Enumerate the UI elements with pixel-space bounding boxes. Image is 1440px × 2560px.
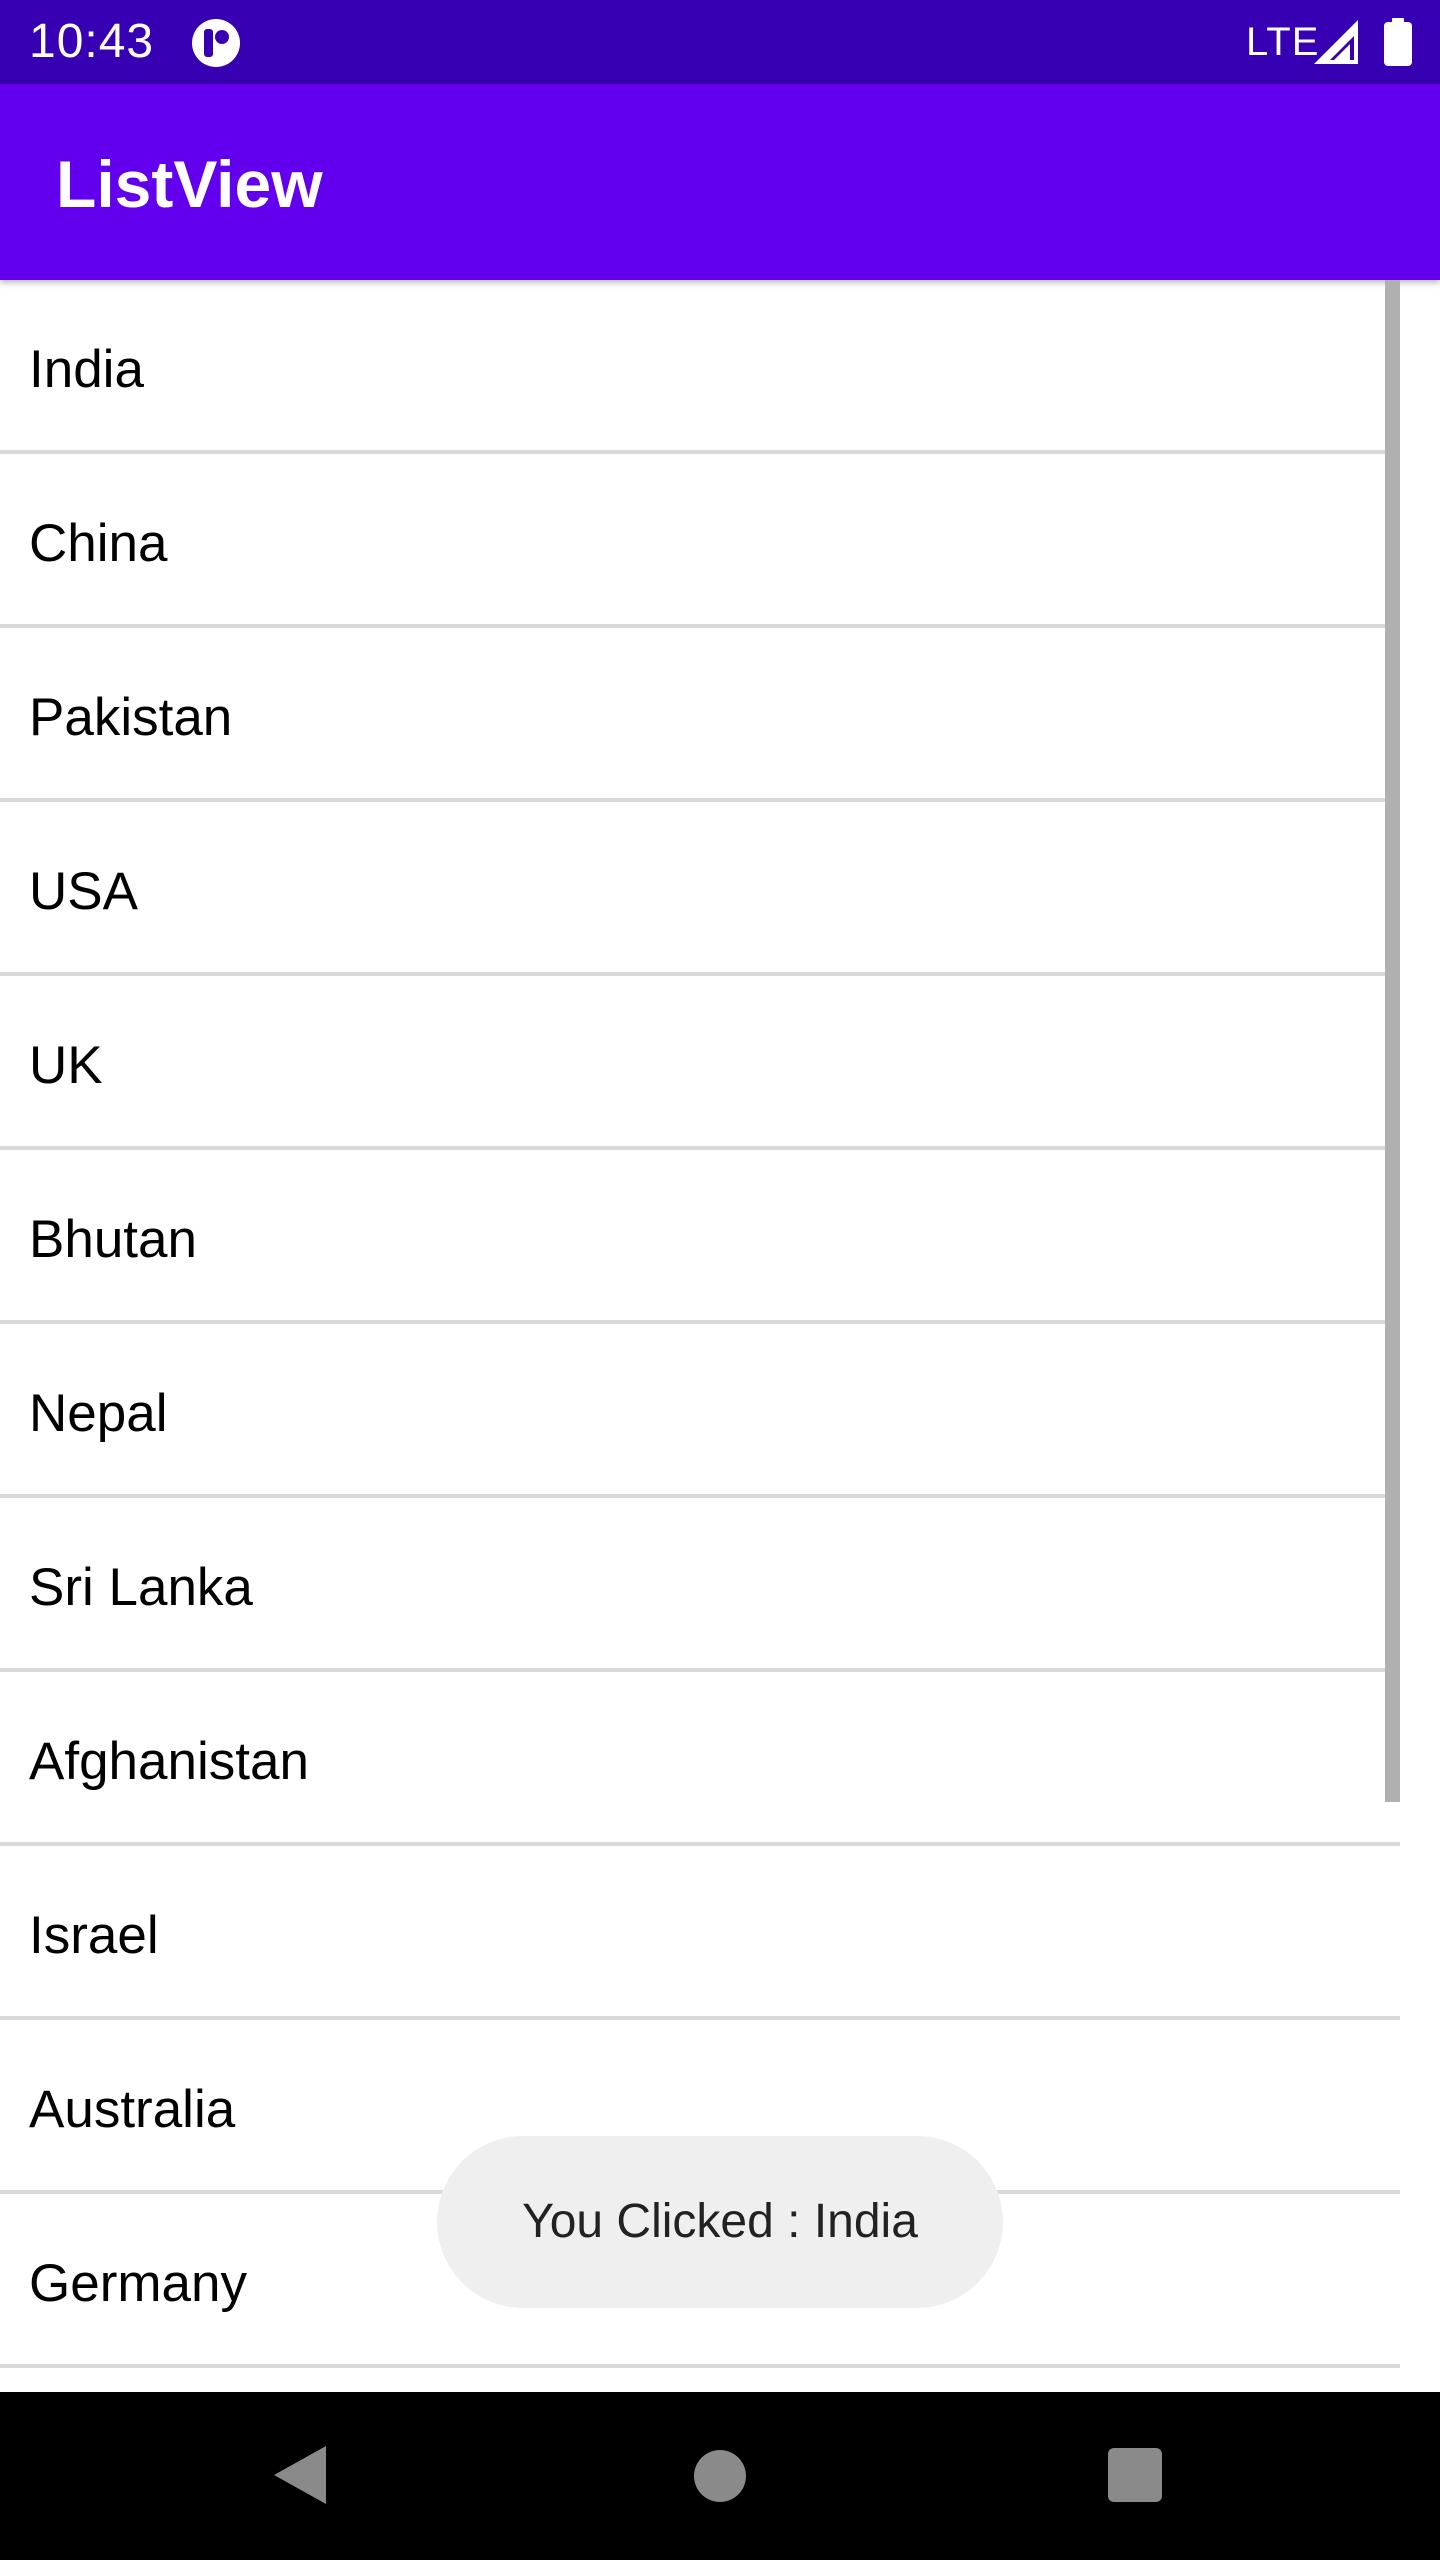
list-item-label: Germany — [29, 2254, 247, 2313]
list-item-label: Nepal — [29, 1384, 168, 1443]
list-item[interactable]: Bhutan — [0, 1150, 1400, 1324]
list-item-label: Sri Lanka — [29, 1558, 253, 1617]
list-item-label: Pakistan — [29, 688, 233, 747]
back-icon[interactable] — [272, 2444, 328, 2506]
list-item[interactable]: UK — [0, 976, 1400, 1150]
list-item[interactable]: Sri Lanka — [0, 1498, 1400, 1672]
list-item[interactable]: India — [0, 280, 1400, 454]
list-item[interactable] — [0, 2368, 1400, 2392]
battery-icon — [1383, 18, 1413, 66]
page-title: ListView — [56, 147, 323, 221]
list-item-label: Australia — [29, 2080, 236, 2139]
home-icon[interactable] — [694, 2450, 746, 2502]
list-item-label: India — [29, 340, 144, 399]
notification-app-icon — [190, 17, 242, 69]
list-item[interactable]: Nepal — [0, 1324, 1400, 1498]
country-list[interactable]: India China Pakistan USA UK Bhutan Nepal… — [0, 280, 1400, 2392]
list-item-label: USA — [29, 862, 138, 921]
scrollbar-thumb[interactable] — [1385, 280, 1400, 1802]
toast-message: You Clicked : India — [522, 2195, 918, 2248]
signal-icon — [1312, 18, 1360, 66]
list-item[interactable]: USA — [0, 802, 1400, 976]
toast: You Clicked : India — [437, 2136, 1003, 2308]
app-bar: ListView — [0, 84, 1440, 280]
list-item[interactable]: Pakistan — [0, 628, 1400, 802]
recents-icon[interactable] — [1108, 2448, 1162, 2502]
list-item-label: Israel — [29, 1906, 159, 1965]
list-item[interactable]: Israel — [0, 1846, 1400, 2020]
network-type-label: LTE — [1246, 20, 1320, 64]
list-item[interactable]: China — [0, 454, 1400, 628]
status-bar: 10:43 LTE — [0, 0, 1440, 84]
list-item-label: UK — [29, 1036, 103, 1095]
list-item-label: Bhutan — [29, 1210, 197, 1269]
list-item[interactable]: Afghanistan — [0, 1672, 1400, 1846]
status-time: 10:43 — [29, 15, 155, 68]
list-item-label: China — [29, 514, 168, 573]
list-item-label: Afghanistan — [29, 1732, 309, 1791]
